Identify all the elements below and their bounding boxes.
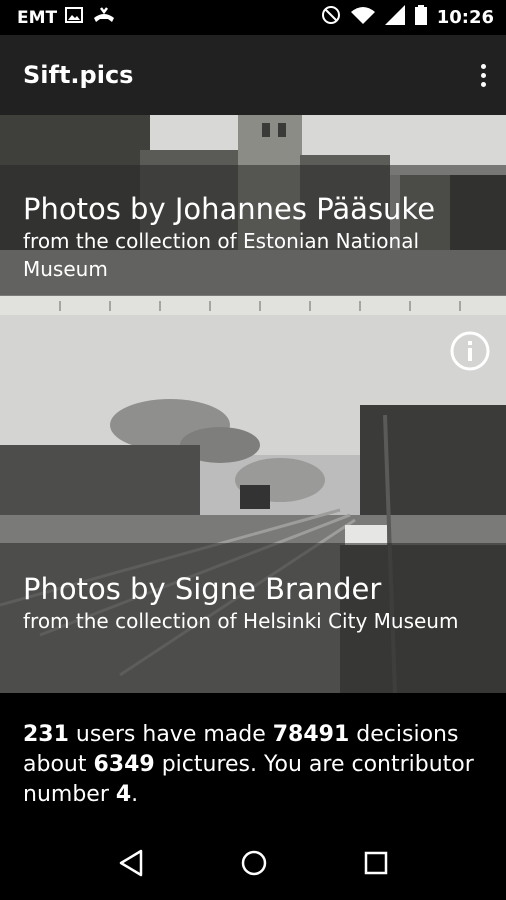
navigation-bar xyxy=(0,830,506,900)
back-icon[interactable] xyxy=(118,849,144,881)
pictures-count: 6349 xyxy=(93,752,155,777)
dnd-icon xyxy=(321,5,341,30)
contributor-number: 4 xyxy=(115,782,132,807)
contribution-stats: 231 users have made 78491 decisions abou… xyxy=(23,720,493,810)
clock: 10:26 xyxy=(436,7,494,28)
collection-subtitle: from the collection of Helsinki City Mus… xyxy=(23,609,459,633)
collection-title: Photos by Johannes Pääsuke xyxy=(23,192,436,226)
info-icon[interactable] xyxy=(450,331,490,371)
collection-card-paasuke[interactable]: Photos by Johannes Pääsuke from the coll… xyxy=(0,115,506,315)
collection-title: Photos by Signe Brander xyxy=(23,572,382,606)
wifi-icon xyxy=(350,6,375,29)
collection-caption: Photos by Signe Brander from the collect… xyxy=(0,543,506,693)
image-icon xyxy=(65,7,84,28)
stats-text: . xyxy=(131,782,139,807)
more-vert-icon[interactable] xyxy=(481,63,486,87)
status-bar: EMT 10:26 xyxy=(0,0,506,35)
app-title: Sift.pics xyxy=(23,61,134,89)
carrier-label: EMT xyxy=(17,7,58,28)
app-bar: Sift.pics xyxy=(0,35,506,115)
voicemail-icon xyxy=(91,6,117,29)
battery-icon xyxy=(414,5,427,30)
recents-icon[interactable] xyxy=(364,851,388,879)
stats-text: users have made xyxy=(68,722,273,747)
collection-card-brander[interactable]: Photos by Signe Brander from the collect… xyxy=(0,315,506,693)
signal-icon xyxy=(384,5,405,30)
decisions-count: 78491 xyxy=(272,722,350,747)
collection-caption: Photos by Johannes Pääsuke from the coll… xyxy=(0,165,506,296)
home-icon[interactable] xyxy=(240,849,268,881)
collection-subtitle: from the collection of Estonian National… xyxy=(23,229,420,281)
users-count: 231 xyxy=(23,722,69,747)
